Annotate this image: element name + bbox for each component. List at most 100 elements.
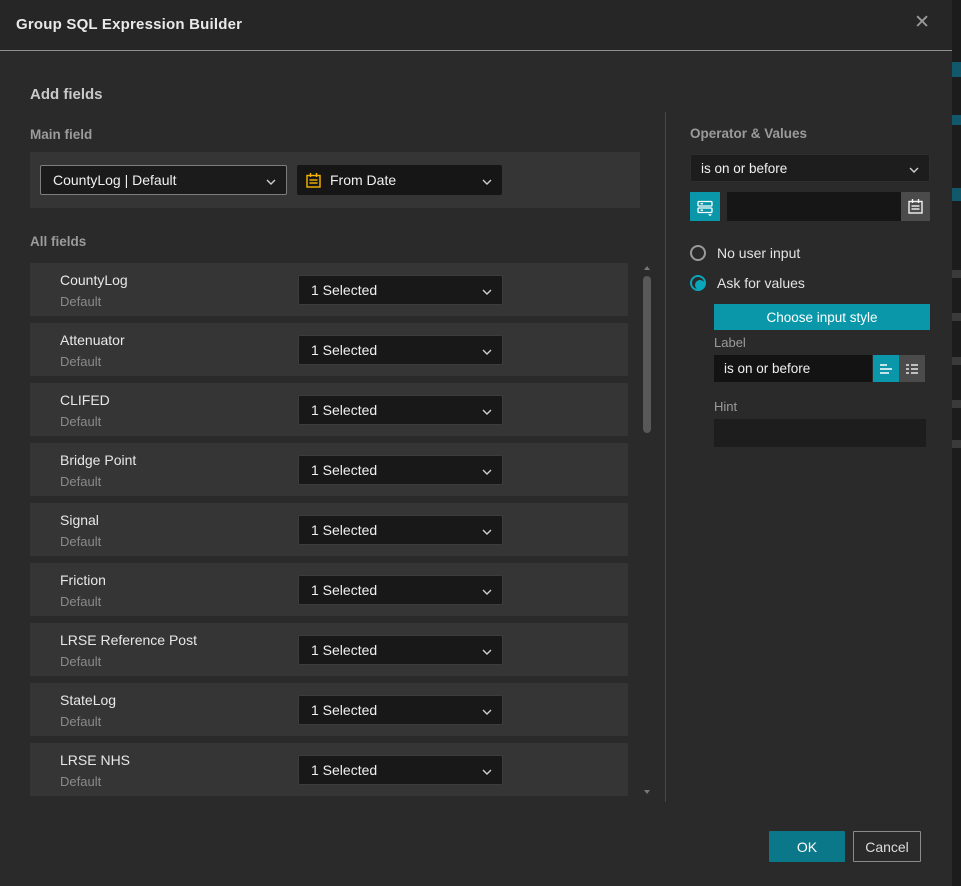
chevron-down-icon: [482, 582, 492, 598]
operator-dropdown-value: is on or before: [701, 161, 909, 176]
scrollbar-thumb[interactable]: [643, 276, 651, 433]
chevron-down-icon: [909, 161, 919, 176]
calendar-icon: [907, 198, 924, 215]
chevron-down-icon: [482, 642, 492, 658]
chevron-down-icon: [482, 522, 492, 538]
chevron-down-icon: [266, 172, 276, 188]
field-subtitle: Default: [60, 474, 101, 489]
field-name: Friction: [60, 572, 106, 588]
field-row-lrse-reference-post: LRSE Reference Post Default 1 Selected: [30, 623, 628, 676]
field-dropdown[interactable]: From Date: [297, 165, 502, 195]
edge-fragment: [952, 313, 961, 321]
edge-fragment: [952, 270, 961, 278]
values-dropdown-value: 1 Selected: [311, 522, 482, 538]
set-values-icon: [695, 197, 715, 217]
bullet-list-icon: [904, 361, 920, 377]
values-dropdown-value: 1 Selected: [311, 282, 482, 298]
field-name: LRSE Reference Post: [60, 632, 197, 648]
hint-input[interactable]: [714, 419, 926, 447]
chevron-down-icon: [482, 762, 492, 778]
field-row-friction: Friction Default 1 Selected: [30, 563, 628, 616]
values-dropdown[interactable]: 1 Selected: [298, 395, 503, 425]
value-input[interactable]: [727, 192, 901, 221]
layer-dropdown-value: CountyLog | Default: [53, 172, 266, 188]
edge-fragment: [952, 188, 961, 201]
edge-fragment: [952, 357, 961, 365]
radio-ask-for-values[interactable]: Ask for values: [690, 275, 805, 291]
chevron-down-icon: [482, 402, 492, 418]
chevron-down-icon: [482, 282, 492, 298]
field-subtitle: Default: [60, 534, 101, 549]
values-dropdown-value: 1 Selected: [311, 402, 482, 418]
scroll-up-icon[interactable]: [644, 266, 650, 270]
panel-divider: [665, 112, 666, 802]
group-sql-expression-builder-dialog: Group SQL Expression Builder ✕ Add field…: [0, 0, 961, 886]
field-subtitle: Default: [60, 294, 101, 309]
cancel-button[interactable]: Cancel: [853, 831, 921, 862]
field-subtitle: Default: [60, 714, 101, 729]
radio-label: No user input: [717, 245, 800, 261]
ok-button[interactable]: OK: [769, 831, 845, 862]
values-dropdown[interactable]: 1 Selected: [298, 575, 503, 605]
values-dropdown[interactable]: 1 Selected: [298, 635, 503, 665]
radio-label: Ask for values: [717, 275, 805, 291]
field-subtitle: Default: [60, 594, 101, 609]
field-row-lrse-nhs: LRSE NHS Default 1 Selected: [30, 743, 628, 796]
field-name: Bridge Point: [60, 452, 136, 468]
field-name: CountyLog: [60, 272, 128, 288]
operator-dropdown[interactable]: is on or before: [690, 154, 930, 182]
layer-dropdown[interactable]: CountyLog | Default: [40, 165, 287, 195]
list-input-toggle[interactable]: [899, 355, 925, 382]
title-bar: Group SQL Expression Builder ✕: [0, 0, 952, 51]
field-row-countylog: CountyLog Default 1 Selected: [30, 263, 628, 316]
field-name: LRSE NHS: [60, 752, 130, 768]
close-icon[interactable]: ✕: [914, 13, 930, 32]
single-line-input-toggle[interactable]: [873, 355, 899, 382]
values-dropdown-value: 1 Selected: [311, 462, 482, 478]
main-field-heading: Main field: [30, 127, 92, 142]
field-name: StateLog: [60, 692, 116, 708]
edge-fragment: [952, 440, 961, 448]
field-name: Signal: [60, 512, 99, 528]
chevron-down-icon: [482, 702, 492, 718]
value-input-type-button[interactable]: [690, 192, 720, 221]
radio-no-user-input[interactable]: No user input: [690, 245, 800, 261]
field-subtitle: Default: [60, 774, 101, 789]
values-dropdown[interactable]: 1 Selected: [298, 695, 503, 725]
all-fields-heading: All fields: [30, 234, 86, 249]
field-subtitle: Default: [60, 354, 101, 369]
field-row-signal: Signal Default 1 Selected: [30, 503, 628, 556]
dialog-title: Group SQL Expression Builder: [16, 16, 242, 33]
values-dropdown[interactable]: 1 Selected: [298, 515, 503, 545]
label-input[interactable]: [714, 355, 872, 382]
text-lines-icon: [878, 361, 894, 377]
field-row-statelog: StateLog Default 1 Selected: [30, 683, 628, 736]
main-field-box: CountyLog | Default From Date: [30, 152, 640, 208]
label-field-label: Label: [714, 335, 746, 350]
edge-fragment: [952, 62, 961, 77]
radio-selected-icon[interactable]: [690, 275, 706, 291]
values-dropdown-value: 1 Selected: [311, 582, 482, 598]
list-scrollbar[interactable]: [643, 263, 651, 797]
field-row-clifed: CLIFED Default 1 Selected: [30, 383, 628, 436]
chevron-down-icon: [482, 462, 492, 478]
radio-circle-icon[interactable]: [690, 245, 706, 261]
values-dropdown[interactable]: 1 Selected: [298, 275, 503, 305]
values-dropdown[interactable]: 1 Selected: [298, 335, 503, 365]
choose-input-style-button[interactable]: Choose input style: [714, 304, 930, 330]
values-dropdown[interactable]: 1 Selected: [298, 755, 503, 785]
field-row-attenuator: Attenuator Default 1 Selected: [30, 323, 628, 376]
scroll-down-icon[interactable]: [644, 790, 650, 794]
background-app-edge: [952, 0, 961, 886]
edge-fragment: [952, 400, 961, 408]
edge-fragment: [952, 115, 961, 125]
field-name: Attenuator: [60, 332, 125, 348]
hint-field-label: Hint: [714, 399, 737, 414]
date-picker-button[interactable]: [901, 192, 930, 221]
operator-values-heading: Operator & Values: [690, 126, 807, 141]
values-dropdown-value: 1 Selected: [311, 342, 482, 358]
calendar-icon: [305, 172, 322, 189]
values-dropdown[interactable]: 1 Selected: [298, 455, 503, 485]
chevron-down-icon: [482, 172, 492, 188]
field-subtitle: Default: [60, 654, 101, 669]
